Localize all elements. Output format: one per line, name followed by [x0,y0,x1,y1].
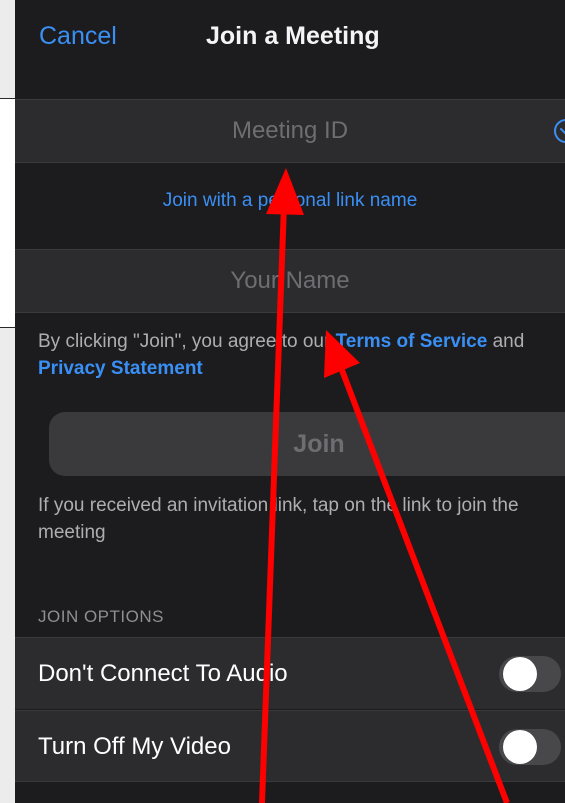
meeting-id-input[interactable] [15,100,565,162]
option-row-video: Turn Off My Video [15,710,565,782]
terms-prefix: By clicking "Join", you agree to our [38,331,336,352]
option-label-audio: Don't Connect To Audio [38,660,288,687]
chevron-down-circle-icon[interactable] [553,118,565,144]
page-title: Join a Meeting [206,22,380,50]
meeting-id-field-container [15,99,565,163]
stage: Cancel Join a Meeting Join with a person… [0,0,565,803]
your-name-input[interactable] [15,250,565,312]
audio-toggle[interactable] [499,656,561,692]
terms-text: By clicking "Join", you agree to our Ter… [38,328,538,382]
terms-middle: and [487,331,525,352]
option-label-video: Turn Off My Video [38,733,231,760]
join-button[interactable]: Join [49,412,565,476]
personal-link-button[interactable]: Join with a personal link name [15,190,565,212]
terms-of-service-link[interactable]: Terms of Service [336,331,488,352]
toggle-knob [503,657,537,691]
join-options-header: JOIN OPTIONS [38,607,164,626]
option-row-audio: Don't Connect To Audio [15,637,565,709]
join-meeting-screen: Cancel Join a Meeting Join with a person… [15,0,565,803]
video-toggle[interactable] [499,729,561,765]
your-name-field-container [15,249,565,313]
toggle-knob [503,730,537,764]
cancel-button[interactable]: Cancel [39,22,117,51]
invitation-hint: If you received an invitation link, tap … [38,495,519,543]
privacy-statement-link[interactable]: Privacy Statement [38,358,203,379]
